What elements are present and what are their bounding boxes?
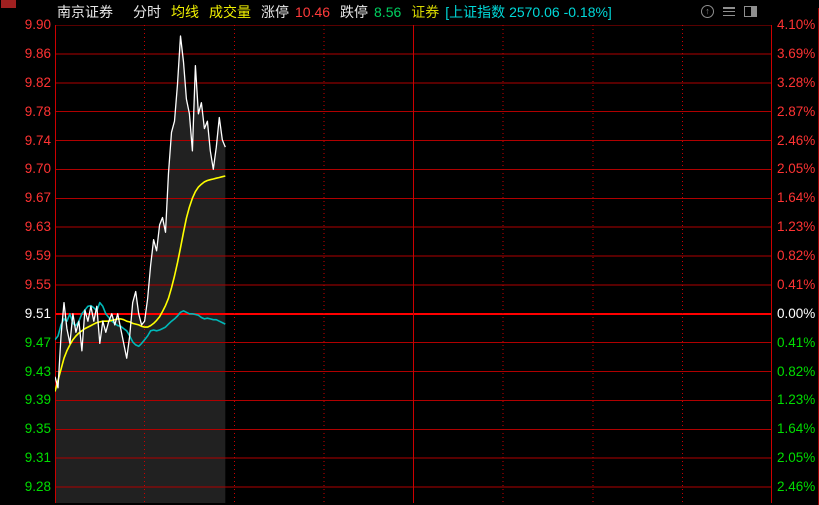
price-tick-label: 9.82 — [0, 75, 51, 91]
price-tick-label: 9.90 — [0, 17, 51, 33]
price-tick-label: 9.63 — [0, 219, 51, 235]
chart-canvas[interactable] — [55, 25, 772, 503]
toggle-volume[interactable]: 成交量 — [209, 2, 251, 22]
percent-tick-label: 2.05% — [777, 450, 819, 466]
price-tick-label: 9.35 — [0, 421, 51, 437]
limit-down-value: 8.56 — [374, 4, 401, 20]
price-tick-label: 9.70 — [0, 161, 51, 177]
price-tick-label: 9.74 — [0, 133, 51, 149]
intraday-chart-window: 南京证券 分时 均线 成交量 涨停 10.46 跌停 8.56 证券 [上证指数… — [0, 0, 819, 505]
price-tick-label: 9.78 — [0, 104, 51, 120]
toggle-ma-line[interactable]: 均线 — [171, 2, 199, 22]
percent-tick-label: 2.46% — [777, 133, 819, 149]
shanghai-index-info: [上证指数 2570.06 -0.18%] — [445, 2, 612, 22]
percent-tick-label: 1.23% — [777, 392, 819, 408]
chart-header: 南京证券 分时 均线 成交量 涨停 10.46 跌停 8.56 证券 [上证指数… — [0, 0, 819, 24]
percent-tick-label: 0.00% — [777, 306, 819, 322]
percent-tick-label: 3.69% — [777, 46, 819, 62]
limit-down-label: 跌停 — [340, 2, 368, 22]
arrow-up-circle-icon[interactable]: ↑ — [701, 5, 714, 18]
menu-icon[interactable] — [723, 6, 735, 17]
price-tick-label: 9.51 — [0, 306, 51, 322]
percent-tick-label: 1.64% — [777, 421, 819, 437]
sector-tag[interactable]: 证券 — [411, 2, 439, 22]
percent-tick-label: 1.64% — [777, 190, 819, 206]
panel-icon[interactable] — [744, 6, 757, 17]
price-tick-label: 9.86 — [0, 46, 51, 62]
intraday-chart-plot[interactable] — [55, 25, 772, 503]
percent-tick-label: 0.41% — [777, 335, 819, 351]
percent-tick-label: 2.46% — [777, 479, 819, 495]
price-tick-label: 9.28 — [0, 479, 51, 495]
stock-name: 南京证券 — [57, 2, 113, 22]
price-tick-label: 9.47 — [0, 335, 51, 351]
price-tick-label: 9.59 — [0, 248, 51, 264]
price-tick-label: 9.31 — [0, 450, 51, 466]
price-tick-label: 9.43 — [0, 364, 51, 380]
percent-tick-label: 0.82% — [777, 248, 819, 264]
percent-tick-label: 2.87% — [777, 104, 819, 120]
percent-tick-label: 0.82% — [777, 364, 819, 380]
traded-region-fill — [55, 36, 225, 503]
percent-tick-label: 4.10% — [777, 17, 819, 33]
percent-tick-label: 1.23% — [777, 219, 819, 235]
limit-up-value: 10.46 — [295, 4, 330, 20]
price-tick-label: 9.67 — [0, 190, 51, 206]
header-toolbar: ↑ — [701, 5, 757, 18]
percent-tick-label: 2.05% — [777, 161, 819, 177]
tab-intraday[interactable]: 分时 — [133, 2, 161, 22]
price-tick-label: 9.55 — [0, 277, 51, 293]
limit-up-label: 涨停 — [261, 2, 289, 22]
percent-tick-label: 3.28% — [777, 75, 819, 91]
percent-tick-label: 0.41% — [777, 277, 819, 293]
price-tick-label: 9.39 — [0, 392, 51, 408]
